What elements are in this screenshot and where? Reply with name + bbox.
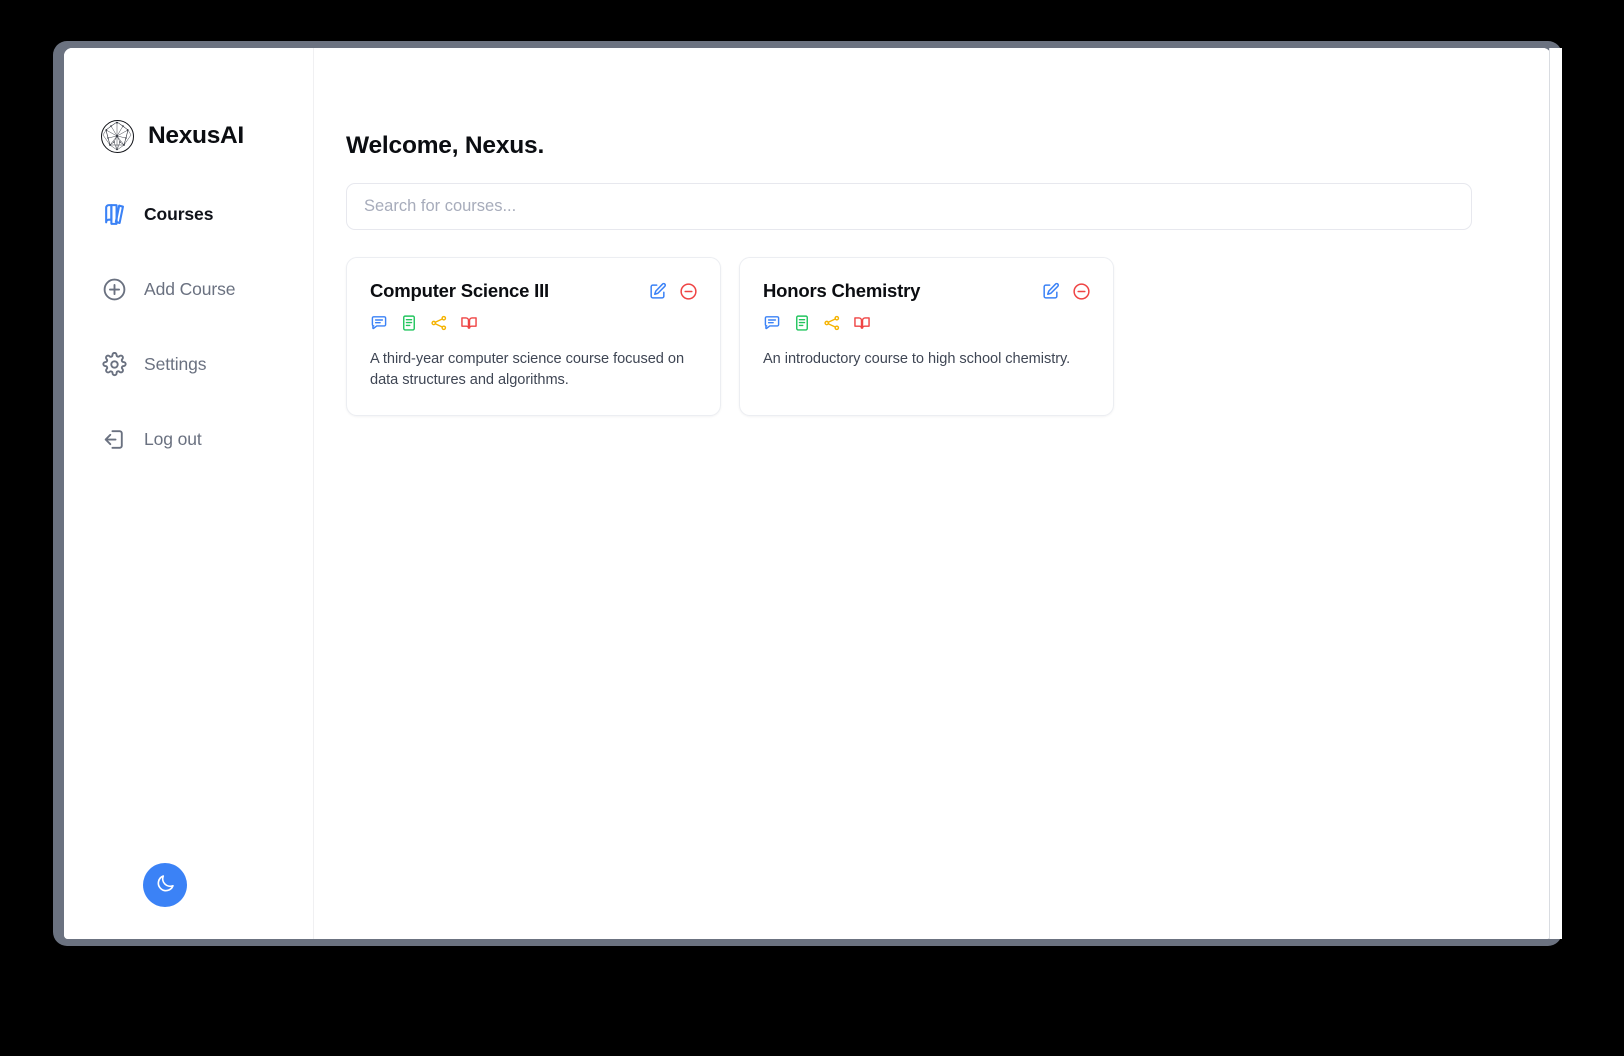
sidebar-item-label: Settings (144, 354, 207, 374)
course-title: Computer Science III (370, 280, 549, 301)
flowchart-network-icon[interactable] (430, 314, 448, 332)
course-card[interactable]: Computer Science III A third-year comput… (346, 257, 721, 416)
sidebar-item-courses[interactable]: Courses (64, 192, 313, 237)
dark-mode-toggle-button[interactable] (143, 863, 187, 907)
sidebar-item-label: Add Course (144, 279, 236, 299)
plus-circle-icon (101, 276, 128, 303)
sidebar-item-label: Courses (144, 204, 214, 224)
course-title: Honors Chemistry (763, 280, 921, 301)
open-book-icon[interactable] (853, 314, 871, 332)
course-card-header: Computer Science III (370, 280, 698, 301)
chat-bubble-icon[interactable] (370, 314, 388, 332)
search-input[interactable] (346, 183, 1472, 230)
course-feature-icons (370, 314, 698, 332)
course-description: A third-year computer science course foc… (370, 351, 685, 388)
sidebar: NexusAI Courses Add Course Settings Log … (64, 48, 314, 939)
sidebar-item-log-out[interactable]: Log out (64, 417, 313, 462)
course-card-actions (648, 280, 698, 301)
edit-pencil-square-icon[interactable] (648, 282, 667, 301)
logout-icon (101, 426, 128, 453)
network-globe-icon (101, 119, 134, 153)
chat-bubble-icon[interactable] (763, 314, 781, 332)
page-scrollbar[interactable] (1549, 48, 1562, 939)
notes-document-icon[interactable] (793, 314, 811, 332)
brand: NexusAI (64, 114, 313, 158)
library-books-icon (101, 201, 128, 228)
moon-icon (155, 873, 176, 897)
sidebar-item-add-course[interactable]: Add Course (64, 267, 313, 312)
page-title: Welcome, Nexus. (346, 132, 545, 159)
course-grid: Computer Science III A third-year comput… (346, 257, 1551, 416)
course-card[interactable]: Honors Chemistry An introductory course … (739, 257, 1114, 416)
app-window-frame: NexusAI Courses Add Course Settings Log … (53, 41, 1562, 946)
course-feature-icons (763, 314, 1091, 332)
minus-circle-icon[interactable] (1072, 282, 1091, 301)
edit-pencil-square-icon[interactable] (1041, 282, 1060, 301)
minus-circle-icon[interactable] (679, 282, 698, 301)
main-content: Welcome, Nexus. Computer Science III (314, 48, 1551, 939)
app-window: NexusAI Courses Add Course Settings Log … (64, 48, 1551, 939)
sidebar-item-label: Log out (144, 429, 202, 449)
course-card-header: Honors Chemistry (763, 280, 1091, 301)
sidebar-item-settings[interactable]: Settings (64, 342, 313, 387)
open-book-icon[interactable] (460, 314, 478, 332)
gear-icon (101, 351, 128, 378)
notes-document-icon[interactable] (400, 314, 418, 332)
brand-name: NexusAI (148, 122, 244, 149)
course-card-actions (1041, 280, 1091, 301)
flowchart-network-icon[interactable] (823, 314, 841, 332)
course-description: An introductory course to high school ch… (763, 351, 1071, 368)
